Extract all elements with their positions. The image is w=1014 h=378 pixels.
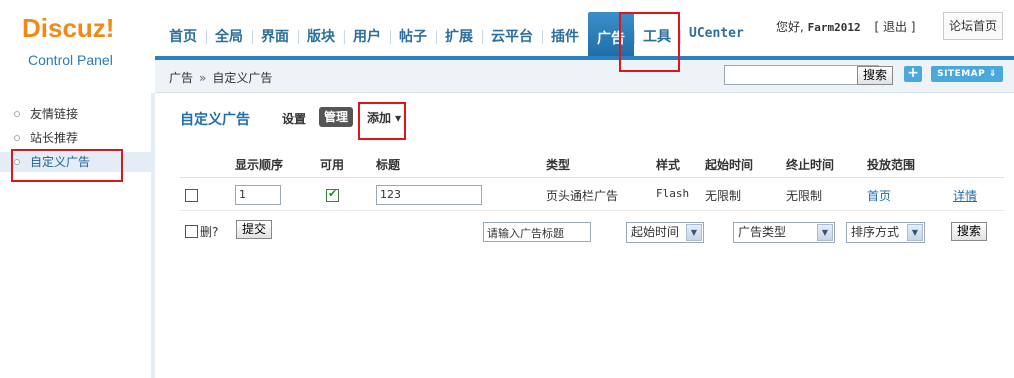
sitemap-button[interactable]: SITEMAP ⇓ (931, 66, 1003, 82)
scope-link-text[interactable]: 首页 (867, 189, 891, 203)
row-select-checkbox[interactable] (185, 189, 198, 202)
col-start: 起始时间 (705, 158, 754, 172)
logout-link[interactable]: [ 退出 ] (874, 20, 915, 34)
ad-title-search-input[interactable]: 请输入广告标题 (483, 222, 591, 242)
main-content: 自定义广告 设置 管理 添加 ▾ 显示顺序 可用 标题 类型 样式 起始时间 终… (160, 93, 1014, 378)
chevron-down-icon: ▼ (686, 224, 702, 241)
forum-home-button[interactable]: 论坛首页 (943, 12, 1003, 40)
logo-main: Discuz! (22, 13, 115, 43)
nav-item-extensions[interactable]: 扩展 (436, 22, 482, 50)
greeting: 您好, (776, 20, 804, 34)
chevron-down-icon: ▼ (907, 224, 923, 241)
menu-search-input[interactable] (724, 65, 879, 85)
ad-type-select[interactable]: 广告类型 ▼ (733, 222, 835, 243)
ad-type-select-value: 广告类型 (738, 225, 787, 239)
delete-label: 删? (200, 225, 219, 239)
nav-item-plugins[interactable]: 插件 (542, 22, 588, 50)
add-shortcut-button[interactable]: + (904, 66, 922, 82)
username: Farm2012 (807, 21, 861, 34)
nav-item-ucenter[interactable]: UCenter (680, 22, 753, 50)
nav-item-threads[interactable]: 帖子 (390, 22, 436, 50)
col-scope: 投放范围 (867, 158, 916, 172)
type-cell: 页头通栏广告 (546, 189, 619, 203)
start-time-select-value: 起始时间 (631, 225, 680, 239)
bullet-icon (14, 135, 20, 141)
start-time-select[interactable]: 起始时间 ▼ (626, 222, 704, 243)
menu-search-button[interactable]: 搜索 (857, 66, 893, 85)
table-footer: 删? 提交 请输入广告标题 起始时间 ▼ 广告类型 ▼ 排序方式 ▼ 搜索 (180, 215, 1004, 255)
sidebar-item-label: 自定义广告 (30, 155, 91, 169)
top-nav: 首页 全局 界面 版块 用户 帖子 扩展 云平台 插件 广告 工具 UCente… (160, 12, 753, 56)
nav-item-cloud[interactable]: 云平台 (482, 22, 542, 50)
table-header: 显示顺序 可用 标题 类型 样式 起始时间 终止时间 投放范围 (180, 148, 1004, 178)
title-input[interactable]: 123 (376, 185, 482, 205)
sidebar: 友情链接 站长推荐 自定义广告 (0, 93, 155, 378)
user-info: 您好, Farm2012 [ 退出 ] (776, 18, 915, 35)
col-order: 显示顺序 (235, 158, 284, 172)
nav-item-home[interactable]: 首页 (160, 22, 206, 50)
col-style: 样式 (656, 158, 681, 172)
sidebar-item-friend-links[interactable]: 友情链接 (0, 104, 151, 124)
col-end: 终止时间 (786, 158, 835, 172)
sidebar-item-label: 友情链接 (30, 107, 79, 121)
sidebar-item-custom-ads[interactable]: 自定义广告 (0, 152, 151, 172)
sort-select[interactable]: 排序方式 ▼ (846, 222, 925, 243)
sidebar-item-recommend[interactable]: 站长推荐 (0, 128, 151, 148)
col-title: 标题 (376, 158, 401, 172)
tab-settings[interactable]: 设置 (282, 110, 306, 127)
nav-item-users[interactable]: 用户 (344, 22, 390, 50)
table-row: 1 123 页头通栏广告 Flash 无限制 无限制 首页 详情 (180, 179, 1004, 211)
nav-item-interface[interactable]: 界面 (252, 22, 298, 50)
select-all-checkbox[interactable] (185, 225, 198, 238)
breadcrumb-current: 自定义广告 (212, 71, 273, 85)
col-type: 类型 (546, 158, 571, 172)
submit-button[interactable]: 提交 (236, 220, 272, 239)
breadcrumb-separator: » (199, 71, 207, 85)
bullet-icon (14, 159, 20, 165)
sidebar-item-label: 站长推荐 (30, 131, 79, 145)
sort-select-value: 排序方式 (851, 225, 900, 239)
chevron-down-icon: ▼ (817, 224, 833, 241)
logo[interactable]: Discuz! Control Panel (22, 13, 115, 68)
end-cell: 无限制 (786, 189, 823, 203)
logo-sub: Control Panel (28, 52, 113, 68)
detail-link[interactable]: 详情 (953, 187, 977, 204)
breadcrumb-bar: 广告 » 自定义广告 搜索 + SITEMAP ⇓ (155, 60, 1014, 93)
tab-manage[interactable]: 管理 (319, 107, 354, 127)
style-cell: Flash (656, 187, 690, 200)
bullet-icon (14, 111, 20, 117)
col-available: 可用 (320, 158, 345, 172)
tab-add[interactable]: 添加 ▾ (367, 109, 401, 126)
breadcrumb: 广告 » 自定义广告 (169, 69, 272, 86)
nav-item-global[interactable]: 全局 (206, 22, 252, 50)
search-button[interactable]: 搜索 (951, 222, 987, 241)
order-input[interactable]: 1 (235, 185, 281, 205)
nav-item-tools[interactable]: 工具 (634, 22, 680, 50)
header: Discuz! Control Panel 首页 全局 界面 版块 用户 帖子 … (0, 0, 1014, 68)
available-checkbox[interactable] (326, 187, 339, 202)
nav-item-ads[interactable]: 广告 (588, 12, 634, 56)
breadcrumb-parent[interactable]: 广告 (169, 71, 193, 85)
nav-item-forums[interactable]: 版块 (298, 22, 344, 50)
page-title: 自定义广告 (180, 112, 250, 128)
scope-link[interactable]: 首页 (867, 187, 891, 204)
start-cell: 无限制 (705, 189, 742, 203)
